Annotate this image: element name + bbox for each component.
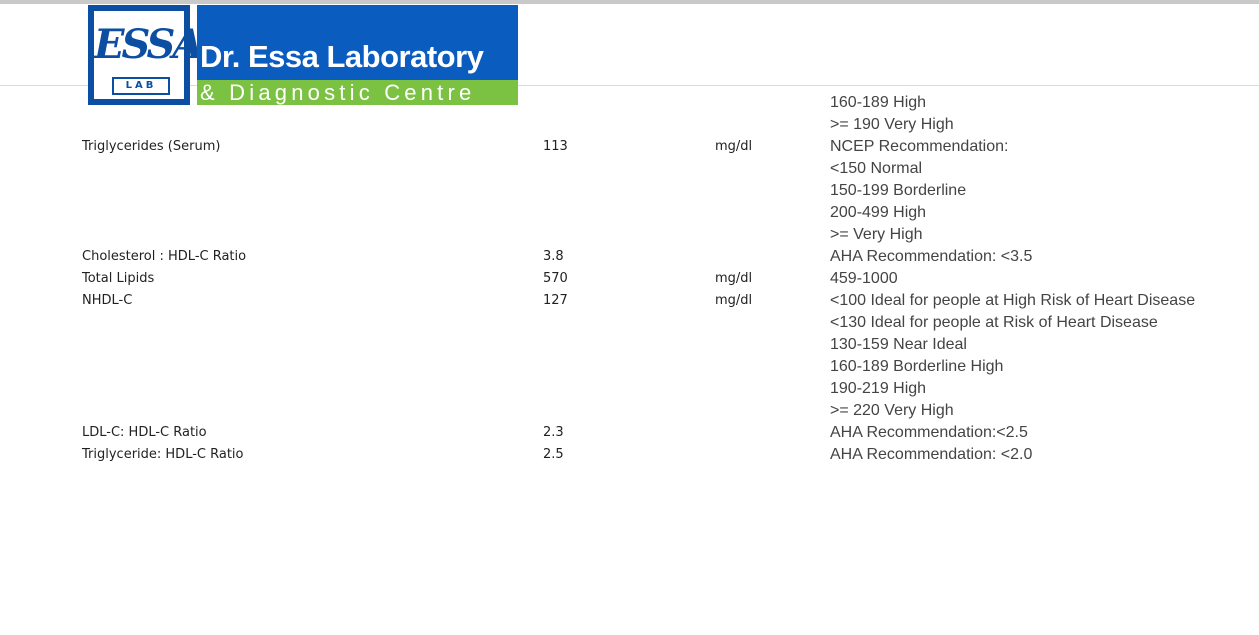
reference-line: >= 220 Very High (830, 402, 954, 419)
reference-range: AHA Recommendation:<2.5 (830, 422, 1028, 444)
test-value: 113 (543, 139, 568, 154)
reference-line: <130 Ideal for people at Risk of Heart D… (830, 314, 1158, 331)
reference-line: 130-159 Near Ideal (830, 336, 967, 353)
reference-line: AHA Recommendation:<2.5 (830, 424, 1028, 441)
reference-range: <100 Ideal for people at High Risk of He… (830, 290, 1195, 422)
reference-line: 459-1000 (830, 270, 898, 287)
reference-line: >= Very High (830, 226, 923, 243)
reference-line: >= 190 Very High (830, 116, 954, 133)
test-unit: mg/dl (715, 293, 753, 308)
reference-range: AHA Recommendation: <3.5 (830, 246, 1032, 268)
reference-range: AHA Recommendation: <2.0 (830, 444, 1032, 466)
test-unit: mg/dl (715, 271, 753, 286)
test-unit: mg/dl (715, 139, 753, 154)
essa-lab-emblem-icon: ESSA LAB (88, 5, 203, 105)
test-value: 2.5 (543, 447, 564, 462)
test-value: 3.8 (543, 249, 564, 264)
reference-range: 459-1000 (830, 268, 898, 290)
reference-line: <150 Normal (830, 160, 923, 177)
test-value: 570 (543, 271, 568, 286)
lab-logo: ESSA LAB Dr. Essa Laboratory & Diagnosti… (88, 5, 518, 105)
logo-title-band: Dr. Essa Laboratory (197, 5, 518, 80)
test-name: LDL-C: HDL-C Ratio (82, 425, 207, 440)
reference-line: 160-189 High (830, 94, 927, 111)
reference-line: AHA Recommendation: <3.5 (830, 248, 1033, 265)
reference-line: <100 Ideal for people at High Risk of He… (830, 292, 1196, 309)
test-name: Total Lipids (82, 271, 155, 286)
reference-line: 150-199 Borderline (830, 182, 967, 199)
test-value: 2.3 (543, 425, 564, 440)
lab-name: Dr. Essa Laboratory (200, 39, 484, 74)
emblem-text: ESSA (94, 21, 203, 68)
logo-subtitle-band: & Diagnostic Centre (197, 80, 518, 105)
test-name: NHDL-C (82, 293, 133, 308)
reference-range: NCEP Recommendation: <150 Normal 150-199… (830, 136, 1008, 246)
test-name: Cholesterol : HDL-C Ratio (82, 249, 247, 264)
test-name: Triglycerides (Serum) (82, 139, 221, 154)
lab-subtitle: & Diagnostic Centre (200, 80, 476, 105)
reference-line: 160-189 Borderline High (830, 358, 1004, 375)
reference-line: AHA Recommendation: <2.0 (830, 446, 1033, 463)
reference-line: 190-219 High (830, 380, 927, 397)
emblem-subtext: LAB (112, 77, 170, 95)
reference-line: NCEP Recommendation: (830, 138, 1009, 155)
reference-line: 200-499 High (830, 204, 927, 221)
test-name: Triglyceride: HDL-C Ratio (82, 447, 244, 462)
test-value: 127 (543, 293, 568, 308)
